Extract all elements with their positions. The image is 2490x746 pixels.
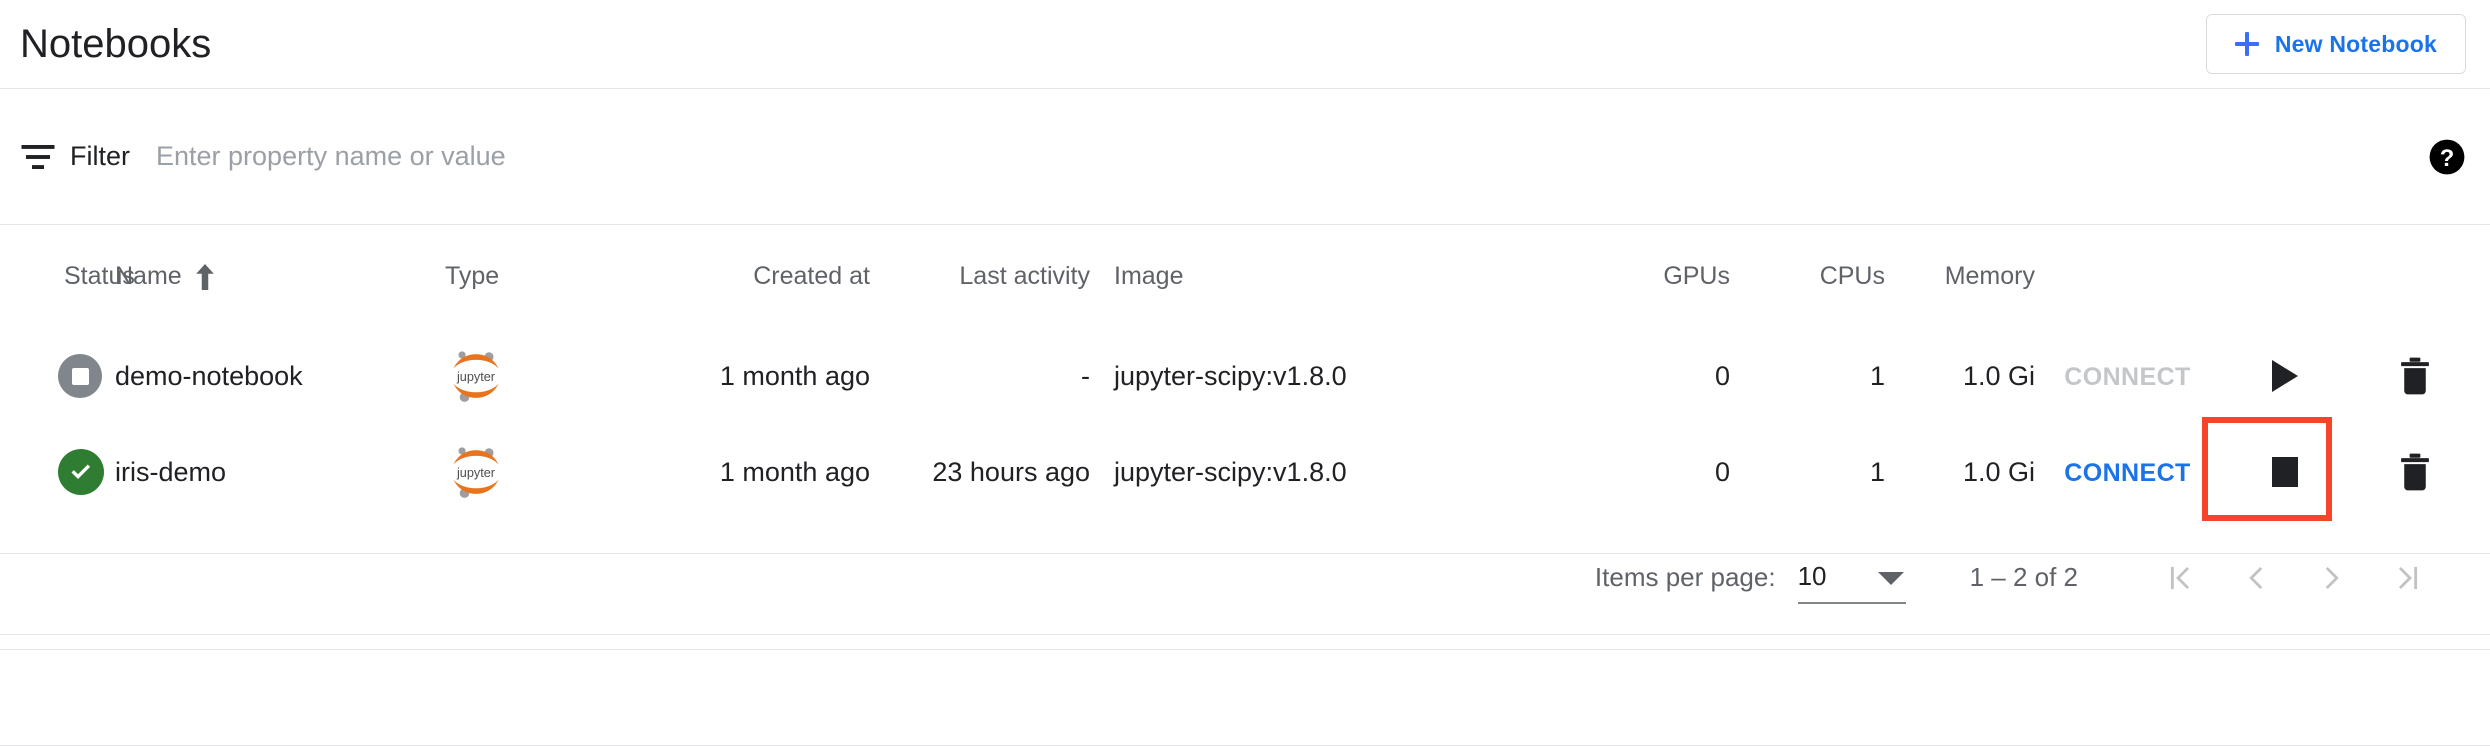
- delete-notebook-button[interactable]: [2385, 346, 2445, 406]
- connect-link[interactable]: CONNECT: [2064, 459, 2190, 487]
- filter-label: Filter: [70, 141, 130, 171]
- row-delete: [2350, 442, 2480, 502]
- status-running-icon: [58, 449, 104, 495]
- row-divider-1: [0, 649, 2490, 650]
- row-status: [0, 354, 115, 398]
- previous-page-button[interactable]: [2218, 540, 2294, 616]
- filter-icon[interactable]: [20, 142, 56, 172]
- table-header-row: Status Name Type Created at Last activit…: [0, 225, 2490, 328]
- delete-notebook-button[interactable]: [2385, 442, 2445, 502]
- connect-link-disabled: CONNECT: [2064, 362, 2191, 391]
- column-header-gpus[interactable]: GPUs: [1550, 262, 1730, 291]
- row-image: jupyter-scipy:v1.8.0: [1114, 456, 1347, 487]
- row-created-at: 1 month ago: [719, 456, 870, 487]
- notebooks-table: Status Name Type Created at Last activit…: [0, 225, 2490, 746]
- new-notebook-label: New Notebook: [2274, 30, 2437, 57]
- items-per-page-value: 10: [1797, 561, 1827, 591]
- row-created-at: 1 month ago: [719, 360, 870, 391]
- last-page-icon: [2398, 566, 2418, 589]
- column-header-created-at[interactable]: Created at: [660, 262, 870, 291]
- page-range-label: 1 – 2 of 2: [1969, 562, 2078, 592]
- trash-icon: [2401, 453, 2429, 491]
- filter-input[interactable]: [156, 141, 2408, 172]
- row-memory: 1.0 Gi: [1962, 360, 2035, 391]
- row-cpus: 1: [1869, 360, 1885, 391]
- row-last-activity: 23 hours ago: [932, 456, 1090, 487]
- column-header-last-activity[interactable]: Last activity: [870, 262, 1090, 291]
- stop-notebook-button[interactable]: [2255, 442, 2315, 502]
- row-delete: [2350, 346, 2480, 406]
- items-per-page-select[interactable]: 10: [1797, 552, 1906, 604]
- sort-arrow-up-icon: [195, 263, 214, 290]
- chevron-down-icon: [1877, 571, 1904, 585]
- next-page-button[interactable]: [2294, 540, 2370, 616]
- svg-text:jupyter: jupyter: [456, 466, 496, 480]
- row-name: iris-demo: [115, 456, 227, 487]
- row-status: [0, 449, 115, 495]
- svg-text:jupyter: jupyter: [456, 370, 496, 384]
- row-gpus: 0: [1714, 360, 1730, 391]
- table-row[interactable]: iris-demo jupyter 1 month ago 23 hours a…: [0, 424, 2490, 520]
- last-page-button[interactable]: [2370, 540, 2446, 616]
- column-header-memory[interactable]: Memory: [1885, 262, 2035, 291]
- help-icon[interactable]: ?: [2428, 138, 2466, 176]
- first-page-icon: [2170, 566, 2190, 589]
- row-type: jupyter: [445, 345, 660, 407]
- row-last-activity: -: [1081, 360, 1090, 391]
- svg-text:?: ?: [2440, 144, 2455, 171]
- row-action: [2220, 442, 2350, 502]
- previous-page-icon: [2249, 566, 2263, 589]
- paginator: Items per page: 10 1 – 2 of 2: [0, 521, 2490, 634]
- row-memory: 1.0 Gi: [1962, 456, 2035, 487]
- jupyter-logo-icon: jupyter: [453, 351, 499, 402]
- first-page-button[interactable]: [2142, 540, 2218, 616]
- jupyter-logo-icon: jupyter: [453, 447, 499, 498]
- row-name: demo-notebook: [115, 360, 303, 391]
- filter-bar: Filter ?: [0, 89, 2490, 224]
- column-header-type[interactable]: Type: [445, 262, 660, 291]
- status-stopped-icon: [58, 354, 102, 398]
- new-notebook-button[interactable]: New Notebook: [2205, 14, 2466, 74]
- page-header: Notebooks New Notebook: [0, 0, 2490, 88]
- table-row[interactable]: demo-notebook jupyter 1 month ago - jupy…: [0, 328, 2490, 424]
- play-icon: [2272, 360, 2298, 392]
- row-action: [2220, 346, 2350, 406]
- row-image: jupyter-scipy:v1.8.0: [1114, 360, 1347, 391]
- next-page-icon: [2325, 566, 2339, 589]
- column-header-name[interactable]: Name: [115, 262, 445, 291]
- column-header-cpus[interactable]: CPUs: [1730, 262, 1885, 291]
- items-per-page-label: Items per page:: [1594, 562, 1776, 592]
- notebooks-page: Notebooks New Notebook Filter ? Status N…: [0, 0, 2490, 746]
- page-title: Notebooks: [20, 22, 212, 66]
- start-notebook-button[interactable]: [2255, 346, 2315, 406]
- row-cpus: 1: [1869, 456, 1885, 487]
- row-type: jupyter: [445, 441, 660, 503]
- column-header-status[interactable]: Status: [0, 262, 135, 291]
- plus-icon: [2234, 32, 2259, 56]
- row-connect: CONNECT: [2035, 457, 2220, 488]
- trash-icon: [2401, 357, 2429, 395]
- column-header-name-label: Name: [115, 262, 182, 290]
- row-gpus: 0: [1714, 456, 1730, 487]
- column-header-image[interactable]: Image: [1090, 262, 1550, 291]
- footer-divider: [0, 634, 2490, 635]
- stop-icon: [2272, 457, 2298, 487]
- row-connect: CONNECT: [2035, 361, 2220, 392]
